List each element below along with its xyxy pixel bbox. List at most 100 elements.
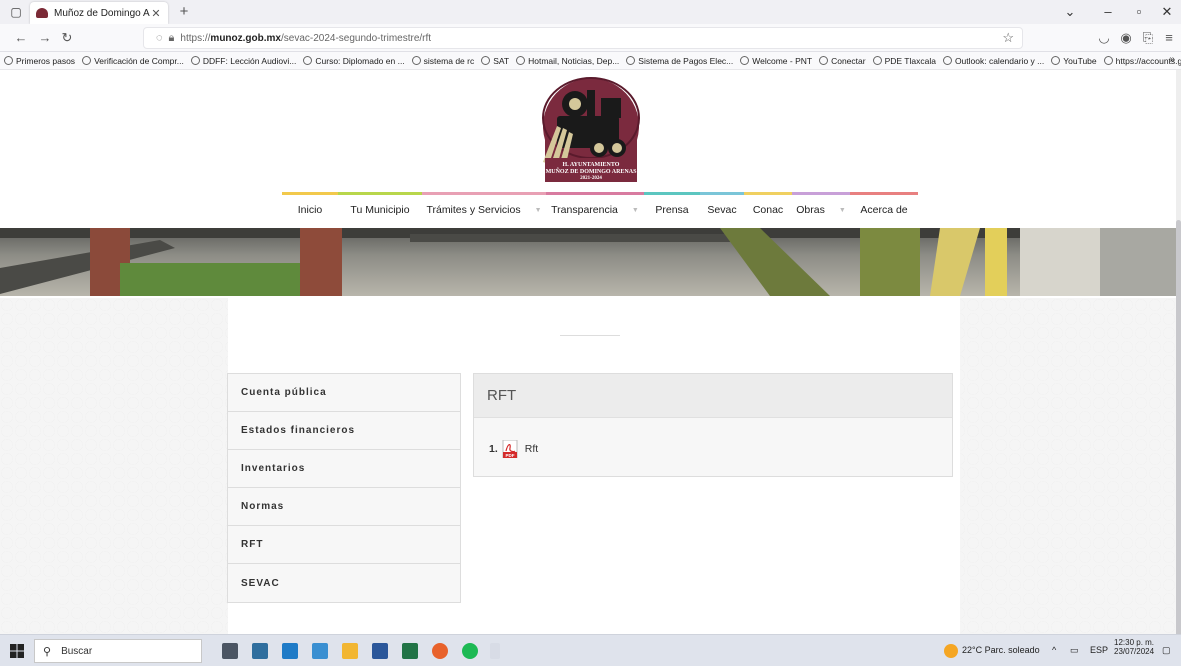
sidebar-item[interactable]: RFT <box>228 526 460 564</box>
globe-icon <box>481 56 491 65</box>
sidebar-item[interactable]: Inventarios <box>228 450 460 488</box>
notifications-icon[interactable]: ▢ <box>1162 645 1171 656</box>
nav-item-label: Prensa <box>655 204 689 216</box>
firefox-icon[interactable] <box>432 643 448 659</box>
bookmark-label: PDE Tlaxcala <box>884 55 936 66</box>
globe-icon <box>82 56 92 65</box>
pdf-icon: PDF <box>502 439 518 459</box>
clock[interactable]: 12:30 p. m. 23/07/2024 <box>1114 638 1154 656</box>
bookmarks-bar: Primeros pasos Verificación de Compr... DD… <box>0 52 1181 70</box>
nav-item[interactable]: Tu Municipio <box>338 192 422 228</box>
clock-time: 12:30 p. m. <box>1114 638 1155 647</box>
bookmarks-overflow-icon[interactable]: » <box>1169 54 1175 65</box>
store-icon[interactable] <box>312 643 328 659</box>
bookmark-item[interactable]: Welcome - PNT <box>740 56 812 66</box>
globe-icon <box>190 56 200 65</box>
bookmark-item[interactable]: YouTube <box>1051 55 1097 66</box>
windows-start-icon[interactable] <box>10 644 24 658</box>
tab-list-icon[interactable]: ▢ <box>8 4 24 20</box>
nav-item[interactable]: Inicio <box>282 192 338 228</box>
nav-item-accent <box>850 192 918 195</box>
bookmark-label: DDFF: Lección Audiovi... <box>202 55 297 66</box>
bookmark-item[interactable]: DDFF: Lección Audiovi... <box>190 55 297 66</box>
nav-item[interactable]: Transparencia ▼ <box>546 192 644 228</box>
bookmark-item[interactable]: Conectar <box>819 56 866 66</box>
new-tab-icon[interactable]: + <box>176 3 192 21</box>
os-taskbar: ⚲ Buscar 22°C Parc. soleado ^ ▭ ESP 12:3… <box>0 634 1181 666</box>
bookmark-item[interactable]: Outlook: calendario y ... <box>942 56 1044 66</box>
url-scheme: https:// <box>180 32 211 44</box>
bookmark-item[interactable]: PDE Tlaxcala <box>872 55 936 66</box>
weather-text[interactable]: 22°C Parc. soleado <box>962 645 1040 655</box>
nav-item-accent <box>744 192 792 195</box>
network-icon[interactable]: ▭ <box>1070 645 1079 656</box>
sidebar-item[interactable]: Cuenta pública <box>228 374 460 412</box>
minimize-icon[interactable]: – <box>1099 3 1117 21</box>
globe-icon <box>819 56 829 65</box>
logo-line3: 2021-2024 <box>580 176 602 181</box>
excel-icon[interactable] <box>402 643 418 659</box>
reload-icon[interactable]: ↻ <box>58 29 76 47</box>
bookmark-item[interactable]: sistema de rc <box>411 56 474 66</box>
nav-item[interactable]: Conac <box>744 192 792 228</box>
menu-icon[interactable]: ≡ <box>1160 29 1178 47</box>
nav-item[interactable]: Trámites y Servicios ▼ <box>422 192 546 228</box>
spotify-icon[interactable] <box>462 643 478 659</box>
globe-icon <box>1051 56 1061 65</box>
nav-item-accent <box>546 192 644 195</box>
sidebar-item[interactable]: SEVAC <box>228 564 460 602</box>
mail-icon[interactable] <box>282 643 298 659</box>
account-icon[interactable]: ◉ <box>1117 29 1135 47</box>
nav-item-label: Sevac <box>707 204 737 216</box>
extensions-icon[interactable]: ⎘ <box>1139 29 1157 47</box>
bookmark-label: YouTube <box>1063 55 1097 66</box>
url-bar[interactable]: ◌ 🔒︎ https://munoz.gob.mx/sevac-2024-seg… <box>143 27 1023 49</box>
file-explorer-icon[interactable] <box>342 643 358 659</box>
nav-item-label: Inicio <box>297 204 323 216</box>
globe-icon <box>516 56 526 65</box>
nav-item[interactable]: Acerca de <box>850 192 918 228</box>
app-icon[interactable] <box>490 643 500 659</box>
back-arrow-icon[interactable]: ← <box>12 29 30 47</box>
chevron-down-icon: ▼ <box>534 206 542 214</box>
nav-item-accent <box>422 192 546 195</box>
word-icon[interactable] <box>372 643 388 659</box>
tab-close-icon[interactable]: ✕ <box>150 7 162 20</box>
tray-chevron-up-icon[interactable]: ^ <box>1052 645 1056 655</box>
window-close-icon[interactable]: ✕ <box>1158 3 1176 21</box>
pocket-icon[interactable]: ◡ <box>1095 29 1113 47</box>
scrollbar-thumb[interactable] <box>1176 220 1181 640</box>
shield-icon: ◌ <box>156 32 163 44</box>
sidebar-item[interactable]: Normas <box>228 488 460 526</box>
bookmark-star-icon[interactable]: ☆ <box>1002 30 1014 46</box>
widgets-icon[interactable] <box>252 643 268 659</box>
panel-title: RFT <box>474 374 952 418</box>
bookmark-item[interactable]: SAT <box>481 56 509 66</box>
bookmark-item[interactable]: Verificación de Compr... <box>82 56 184 66</box>
nav-item-label: Trámites y Servicios <box>426 204 521 216</box>
taskbar-search-input[interactable]: ⚲ Buscar <box>34 639 202 663</box>
nav-item[interactable]: Sevac <box>700 192 744 228</box>
weather-icon[interactable] <box>944 644 958 658</box>
url-path: /sevac-2024-segundo-trimestre/rft <box>280 32 432 44</box>
sidebar-item[interactable]: Estados financieros <box>228 412 460 450</box>
document-list-item[interactable]: 1. PDF Rft <box>489 439 538 459</box>
chevron-down-icon[interactable]: ⌄ <box>1061 3 1079 21</box>
nav-item[interactable]: Obras ▼ <box>792 192 850 228</box>
forward-arrow-icon[interactable]: → <box>36 29 54 47</box>
bookmark-label: Primeros pasos <box>16 55 76 66</box>
document-link-rft[interactable]: Rft <box>525 443 538 455</box>
globe-icon <box>626 56 636 65</box>
site-logo[interactable]: H. AYUNTAMIENTO MUÑOZ DE DOMINGO ARENAS … <box>527 70 655 188</box>
nav-item-label: Transparencia <box>551 204 618 216</box>
bookmark-item[interactable]: Sistema de Pagos Elec... <box>626 56 733 66</box>
bookmark-item[interactable]: Hotmail, Noticias, Dep... <box>516 56 619 66</box>
task-view-icon[interactable] <box>222 643 238 659</box>
page-scrollbar[interactable] <box>1176 70 1181 640</box>
language-indicator[interactable]: ESP <box>1090 645 1108 655</box>
bookmark-item[interactable]: Curso: Diplomado en ... <box>303 56 405 66</box>
bookmark-item[interactable]: Primeros pasos <box>4 56 75 66</box>
nav-item[interactable]: Prensa <box>644 192 700 228</box>
maximize-icon[interactable]: ▫ <box>1130 3 1148 21</box>
tab-active[interactable]: Muñoz de Domingo Arenas ✕ <box>30 2 168 24</box>
